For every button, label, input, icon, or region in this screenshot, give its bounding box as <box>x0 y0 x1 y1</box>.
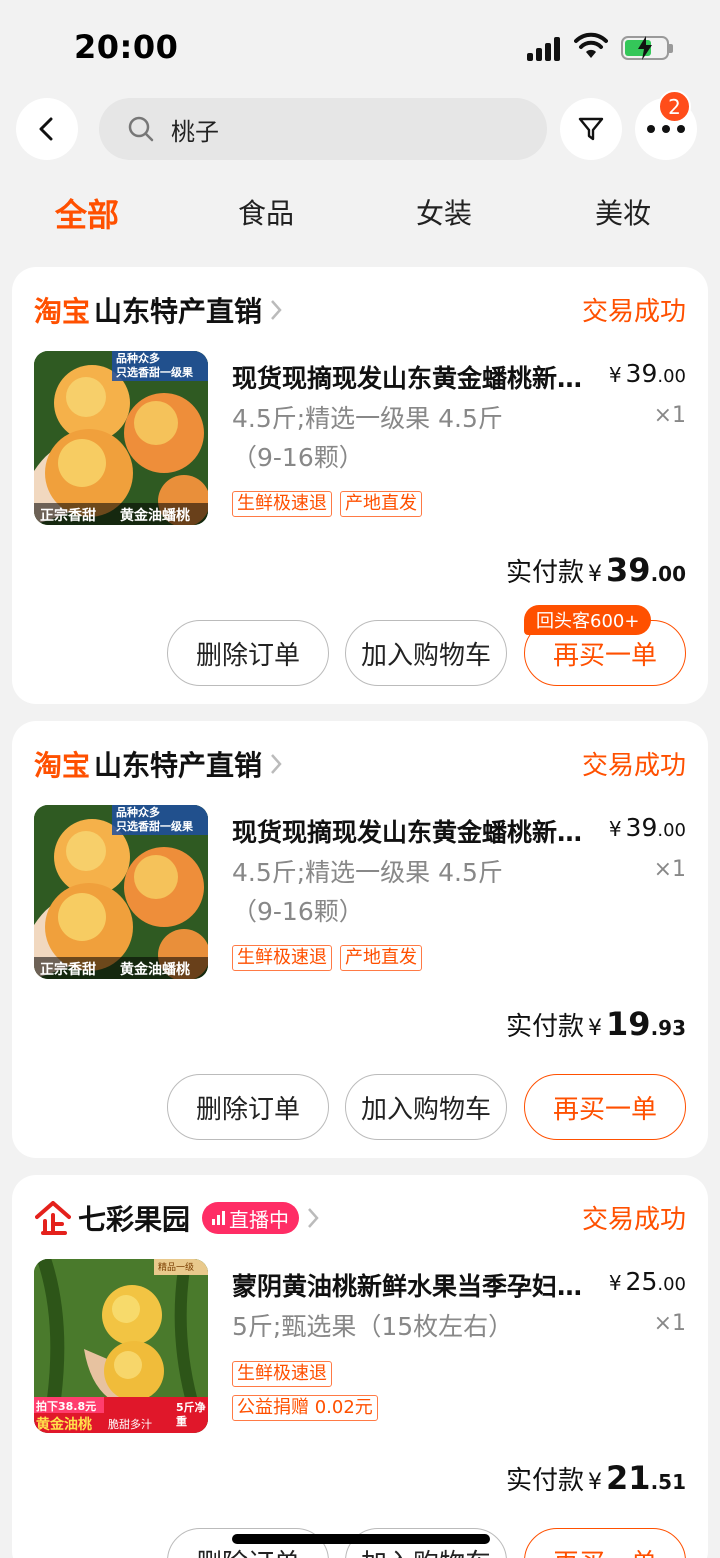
tag-fresh-refund: 生鲜极速退 <box>232 491 332 517</box>
product-image[interactable]: 精品一级 拍下38.8元 黄金油桃 脆甜多汁 5斤净重 <box>34 1259 208 1433</box>
tab-womens-clothing[interactable]: 女装 <box>416 192 472 232</box>
quantity: ×1 <box>653 1311 686 1336</box>
search-box[interactable] <box>99 98 547 160</box>
filter-icon <box>578 117 604 141</box>
tag-origin-direct: 产地直发 <box>340 945 422 971</box>
filter-button[interactable] <box>560 98 622 160</box>
home-indicator[interactable] <box>232 1534 490 1544</box>
shop-header[interactable]: 淘宝 山东特产直销 <box>34 289 282 331</box>
back-arrow-icon <box>39 117 53 141</box>
product-image[interactable]: 品种众多 只选香甜一级果 正宗香甜 黄金油蟠桃 <box>34 351 208 525</box>
top-bar: 2 <box>0 90 720 162</box>
more-dots-icon <box>647 125 685 133</box>
shop-header[interactable]: 七彩果园 直播中 <box>34 1197 319 1239</box>
battery-icon <box>621 36 673 60</box>
thumb-promo-text: 品种众多 只选香甜一级果 <box>116 352 193 379</box>
tag-fresh-refund: 生鲜极速退 <box>232 1361 332 1387</box>
tag-origin-direct: 产地直发 <box>340 491 422 517</box>
thumb-price-text: 拍下38.8元 <box>36 1400 97 1413</box>
unit-price: ¥39.00 <box>608 813 686 842</box>
tag-fresh-refund: 生鲜极速退 <box>232 945 332 971</box>
repeat-customer-tip: 回头客600+ <box>524 605 652 635</box>
product-image[interactable]: 品种众多 只选香甜一级果 正宗香甜 黄金油蟠桃 <box>34 805 208 979</box>
chevron-right-icon <box>270 299 282 321</box>
enterprise-shop-icon <box>34 1199 72 1237</box>
live-bars-icon <box>212 1211 226 1225</box>
delete-order-button[interactable]: 删除订单 <box>167 620 329 686</box>
thumb-caption-right: 黄金油蟠桃 <box>120 508 190 524</box>
product-spec: 4.5斤;精选一级果 4.5斤（9-16颗） <box>232 404 503 472</box>
thumb-promo-text: 品种众多 只选香甜一级果 <box>116 806 193 833</box>
service-tags: 生鲜极速退 产地直发 <box>232 491 422 517</box>
status-time: 20:00 <box>74 28 179 66</box>
thumb-grade-text: 精品一级 <box>158 1263 195 1273</box>
order-status: 交易成功 <box>581 297 686 327</box>
back-button[interactable] <box>16 98 78 160</box>
chevron-right-icon <box>270 753 282 775</box>
shop-name: 山东特产直销 <box>94 295 263 328</box>
unit-price: ¥39.00 <box>608 359 686 388</box>
tag-charity-donation: 公益捐赠 0.02元 <box>232 1395 378 1421</box>
status-bar: 20:00 <box>0 0 720 92</box>
chevron-right-icon <box>307 1207 319 1229</box>
category-tabs: 全部 食品 女装 美妆 <box>0 186 720 246</box>
tab-food[interactable]: 食品 <box>238 192 294 232</box>
paid-amount: 实付款 ¥19.93 <box>506 1005 686 1043</box>
cellular-signal-icon <box>527 37 563 61</box>
order-card[interactable]: 淘宝 山东特产直销 交易成功 品种众多 只选香甜一级果 正宗香甜 黄金油蟠桃 现… <box>12 267 708 704</box>
rebuy-button[interactable]: 再买一单 <box>524 1074 686 1140</box>
order-card[interactable]: 淘宝 山东特产直销 交易成功 品种众多 只选香甜一级果 正宗香甜 黄金油蟠桃 现… <box>12 721 708 1158</box>
service-tags: 生鲜极速退 产地直发 <box>232 945 422 971</box>
add-to-cart-button[interactable]: 加入购物车 <box>345 620 507 686</box>
search-input[interactable] <box>171 115 491 143</box>
thumb-slogan: 脆甜多汁 <box>108 1418 152 1431</box>
taobao-logo: 淘宝 <box>34 749 91 782</box>
unit-price: ¥25.00 <box>608 1267 686 1296</box>
paid-amount: 实付款 ¥21.51 <box>506 1459 686 1497</box>
order-status: 交易成功 <box>581 1205 686 1235</box>
add-to-cart-button[interactable]: 加入购物车 <box>345 1074 507 1140</box>
thumb-weight: 5斤净重 <box>176 1401 206 1428</box>
product-spec: 5斤;甄选果（15枚左右） <box>232 1312 514 1341</box>
thumb-caption-left: 正宗香甜 <box>40 508 96 524</box>
shop-name: 七彩果园 <box>78 1203 191 1236</box>
delete-order-button[interactable]: 删除订单 <box>167 1074 329 1140</box>
shop-header[interactable]: 淘宝 山东特产直销 <box>34 743 282 785</box>
thumb-product-name: 黄金油桃 <box>36 1417 92 1433</box>
service-tags: 生鲜极速退 公益捐赠 0.02元 <box>232 1361 378 1421</box>
order-status: 交易成功 <box>581 751 686 781</box>
live-badge[interactable]: 直播中 <box>202 1202 300 1234</box>
taobao-logo: 淘宝 <box>34 295 91 328</box>
thumb-caption-left: 正宗香甜 <box>40 962 96 978</box>
quantity: ×1 <box>653 857 686 882</box>
rebuy-button[interactable]: 再买一单 <box>524 1528 686 1558</box>
order-card[interactable]: 七彩果园 直播中 交易成功 精品一级 拍下38.8元 黄金油桃 脆甜多汁 5斤净… <box>12 1175 708 1558</box>
wifi-icon <box>574 32 608 58</box>
notification-badge: 2 <box>658 90 691 123</box>
shop-name: 山东特产直销 <box>94 749 263 782</box>
quantity: ×1 <box>653 403 686 428</box>
thumb-caption-right: 黄金油蟠桃 <box>120 962 190 978</box>
product-title[interactable]: 现货现摘现发山东黄金蟠桃新鲜水果 <box>232 813 592 849</box>
search-icon <box>127 115 155 143</box>
tab-cosmetics[interactable]: 美妆 <box>595 192 651 232</box>
product-title[interactable]: 蒙阴黄油桃新鲜水果当季孕妇脆甜 <box>232 1267 592 1303</box>
tab-all[interactable]: 全部 <box>55 190 119 236</box>
product-title[interactable]: 现货现摘现发山东黄金蟠桃新鲜水果 <box>232 359 592 395</box>
product-spec: 4.5斤;精选一级果 4.5斤（9-16颗） <box>232 858 503 926</box>
paid-amount: 实付款 ¥39.00 <box>506 551 686 589</box>
